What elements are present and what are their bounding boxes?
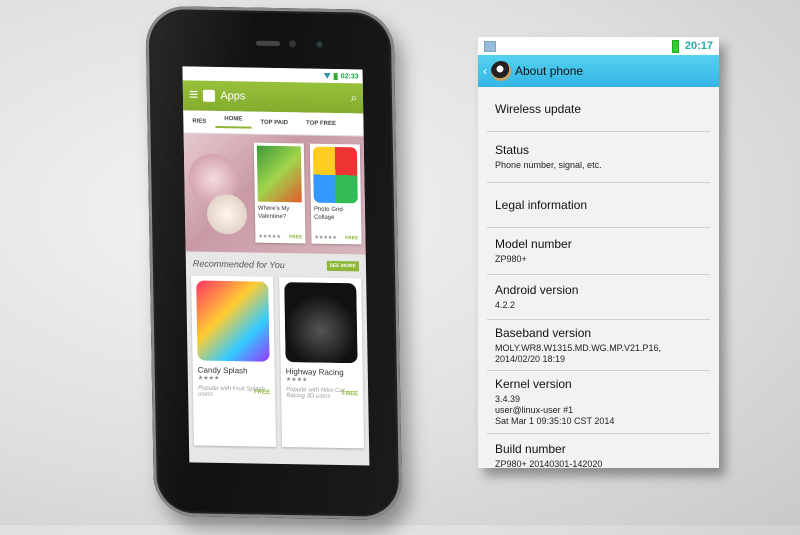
item-subtitle: MOLY.WR8.W1315.MD.WG.MP.V21.P16, 2014/02… xyxy=(495,342,662,364)
battery-icon xyxy=(671,39,679,53)
menu-icon[interactable]: ≡ xyxy=(189,86,199,104)
front-camera xyxy=(313,38,326,50)
phone-device: 02:33 ≡ Apps ⌕ RIES HOME TOP PAID TOP FR… xyxy=(145,5,414,535)
app-card[interactable]: Where's My Valentine? ★★★★★ FREE xyxy=(253,142,306,244)
item-subtitle: Phone number, signal, etc. xyxy=(495,160,602,170)
price-label: FREE xyxy=(289,234,303,241)
tab-top-paid[interactable]: TOP PAID xyxy=(251,120,297,127)
settings-item-wireless-update[interactable]: Wireless update xyxy=(487,87,710,132)
rating-stars: ★★★★★ xyxy=(258,233,281,241)
status-bar: 20:17 xyxy=(478,37,719,55)
phone-body: 02:33 ≡ Apps ⌕ RIES HOME TOP PAID TOP FR… xyxy=(145,5,403,521)
item-subtitle: ZP980+ 20140301-142020 xyxy=(495,459,603,468)
settings-app-icon[interactable] xyxy=(491,61,511,81)
status-time: 20:17 xyxy=(684,40,713,52)
app-thumbnail xyxy=(256,145,302,203)
item-title: Android version xyxy=(495,283,579,297)
item-title: Model number xyxy=(495,237,572,251)
app-thumbnail xyxy=(196,280,270,362)
price-label: FREE xyxy=(345,235,359,242)
play-store-icon xyxy=(203,89,216,102)
settings-item-legal[interactable]: Legal information xyxy=(487,183,710,228)
item-subtitle: ZP980+ xyxy=(495,254,527,264)
phone-speaker xyxy=(255,40,281,47)
settings-item-android-version[interactable]: Android version 4.2.2 xyxy=(487,275,710,320)
app-thumbnail xyxy=(284,282,358,364)
item-subtitle: 4.2.2 xyxy=(495,300,516,310)
app-name: Where's My Valentine? xyxy=(257,205,290,221)
tab-home[interactable]: HOME xyxy=(215,115,252,129)
app-thumbnail xyxy=(312,146,358,204)
action-bar: ‹ About phone xyxy=(478,55,719,87)
image-notification-icon xyxy=(484,40,496,52)
settings-list: Wireless update Status Phone number, sig… xyxy=(478,87,719,468)
settings-item-build-number[interactable]: Build number ZP980+ 20140301-142020 xyxy=(487,434,710,468)
item-subtitle: 3.4.39 user@linux-user #1 Sat Mar 1 09:3… xyxy=(495,394,615,426)
app-title: Apps xyxy=(220,90,246,103)
flower-image xyxy=(206,193,248,235)
recommended-header: Recommended for You SEE MORE xyxy=(186,251,367,278)
settings-item-kernel: Kernel version 3.4.39 user@linux-user #1… xyxy=(487,371,710,434)
phone-sensor xyxy=(288,40,297,48)
item-title: Baseband version xyxy=(495,325,592,340)
item-title: Wireless update xyxy=(495,102,582,116)
see-more-button[interactable]: SEE MORE xyxy=(326,260,360,272)
battery-icon xyxy=(333,72,338,80)
item-title: Status xyxy=(495,143,530,157)
app-card[interactable]: Photo Grid- Collage ★★★★★ FREE xyxy=(309,143,362,245)
app-card[interactable]: Highway Racing ★★★★ FREE Popular with Ni… xyxy=(279,276,365,449)
search-icon[interactable]: ⌕ xyxy=(351,92,357,105)
wifi-icon xyxy=(324,73,331,79)
settings-item-baseband: Baseband version MOLY.WR8.W1315.MD.WG.MP… xyxy=(487,320,710,371)
price-label: FREE xyxy=(254,389,271,396)
status-time: 02:33 xyxy=(340,72,359,80)
rating-stars: ★★★★★ xyxy=(314,234,337,242)
section-title: Recommended for You xyxy=(192,258,285,271)
settings-item-status[interactable]: Status Phone number, signal, etc. xyxy=(487,132,710,183)
app-bar: ≡ Apps ⌕ xyxy=(182,80,364,114)
tab-top-free[interactable]: TOP FREE xyxy=(297,120,345,128)
price-label: FREE xyxy=(342,391,359,398)
app-name: Photo Grid- Collage xyxy=(313,206,345,221)
page-title: About phone xyxy=(515,64,584,78)
tab-categories[interactable]: RIES xyxy=(183,118,215,125)
tab-bar: RIES HOME TOP PAID TOP FREE xyxy=(183,110,364,137)
item-title: Legal information xyxy=(495,198,588,212)
play-store-screen: 02:33 ≡ Apps ⌕ RIES HOME TOP PAID TOP FR… xyxy=(182,66,370,466)
recommended-list: Candy Splash ★★★★ FREE Popular with Frui… xyxy=(186,275,369,449)
back-chevron-icon[interactable]: ‹ xyxy=(483,64,487,78)
item-title: Kernel version xyxy=(495,377,572,391)
app-card[interactable]: Candy Splash ★★★★ FREE Popular with Frui… xyxy=(191,275,277,447)
about-phone-screen: 20:17 ‹ About phone Wireless update Stat… xyxy=(478,37,719,468)
item-title: Build number xyxy=(495,442,566,456)
featured-banner[interactable]: Where's My Valentine? ★★★★★ FREE Photo Gr… xyxy=(183,133,366,255)
settings-item-model: Model number ZP980+ xyxy=(487,228,710,275)
